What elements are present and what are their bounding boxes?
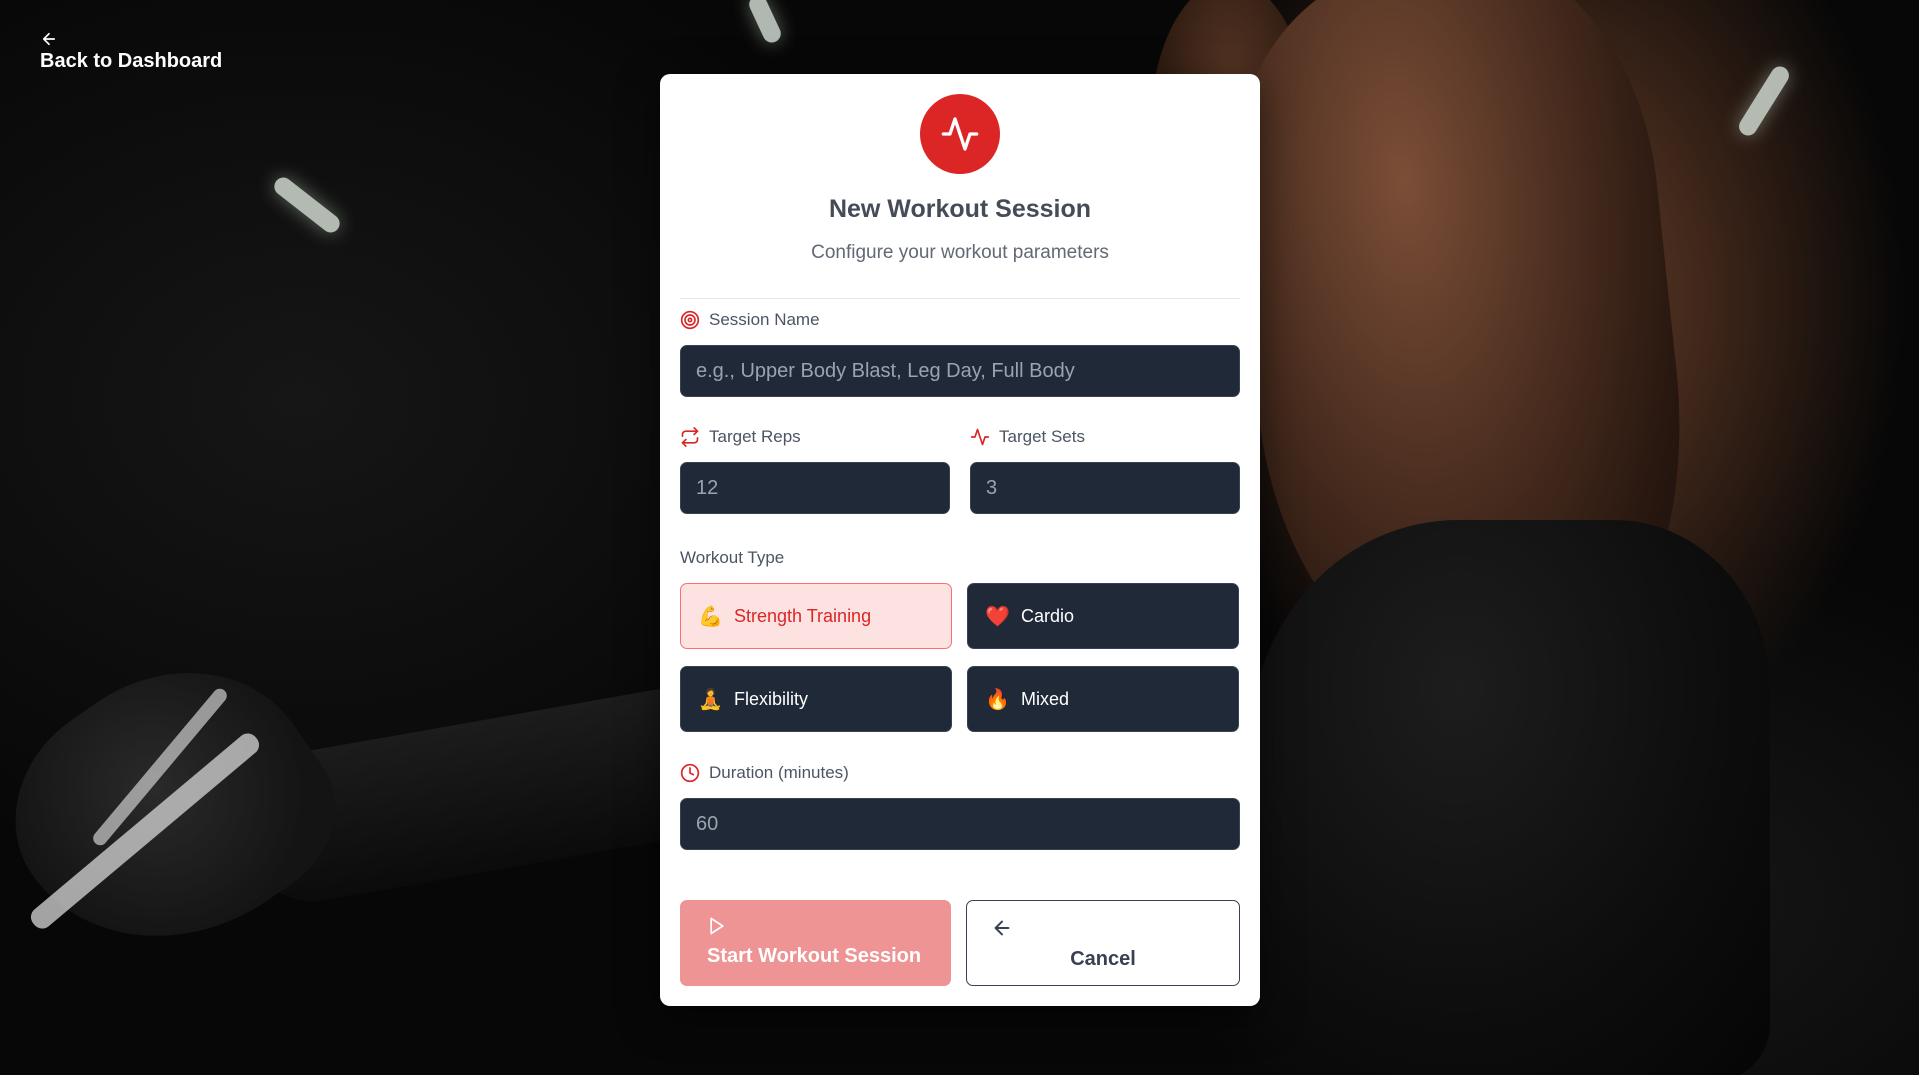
- heart-icon: ❤️: [985, 605, 1010, 628]
- cancel-button[interactable]: Cancel: [966, 900, 1240, 986]
- workout-type-option-label: Flexibility: [734, 688, 809, 709]
- duration-label-text: Duration (minutes): [709, 763, 849, 782]
- cancel-label: Cancel: [1070, 948, 1136, 970]
- clock-icon: [680, 763, 700, 783]
- start-workout-label: Start Workout Session: [707, 945, 922, 967]
- target-sets-input[interactable]: [970, 462, 1240, 514]
- workout-type-flexibility[interactable]: 🧘 Flexibility: [680, 666, 952, 732]
- target-reps-label: Target Reps: [680, 427, 801, 447]
- target-sets-label: Target Sets: [970, 427, 1085, 447]
- repeat-icon: [680, 427, 700, 447]
- workout-type-cardio[interactable]: ❤️ Cardio: [967, 583, 1239, 649]
- target-reps-input[interactable]: [680, 462, 950, 514]
- workout-type-mixed[interactable]: 🔥 Mixed: [967, 666, 1239, 732]
- background-light: [270, 173, 344, 237]
- session-name-label: Session Name: [680, 310, 820, 330]
- start-workout-button[interactable]: Start Workout Session: [680, 900, 951, 986]
- workout-session-card: New Workout Session Configure your worko…: [660, 74, 1260, 1006]
- session-name-label-text: Session Name: [709, 310, 820, 329]
- workout-type-option-label: Strength Training: [734, 605, 872, 626]
- activity-icon: [970, 427, 990, 447]
- target-reps-label-text: Target Reps: [709, 427, 801, 446]
- fire-icon: 🔥: [985, 688, 1010, 711]
- workout-type-label-text: Workout Type: [680, 548, 785, 567]
- workout-type-option-label: Mixed: [1021, 688, 1070, 709]
- back-to-dashboard-link[interactable]: Back to Dashboard: [40, 30, 222, 73]
- divider: [680, 298, 1240, 299]
- target-sets-label-text: Target Sets: [999, 427, 1085, 446]
- activity-pulse-icon: [920, 94, 1000, 174]
- workout-type-label: Workout Type: [680, 548, 784, 568]
- arrow-left-icon: [42, 32, 56, 46]
- background-light: [1735, 63, 1793, 139]
- target-icon: [680, 310, 700, 330]
- background-light: [746, 0, 784, 46]
- background-shorts: [1250, 520, 1770, 1075]
- back-link-label: Back to Dashboard: [40, 50, 223, 72]
- arrow-left-icon: [994, 920, 1010, 936]
- duration-label: Duration (minutes): [680, 763, 849, 783]
- workout-type-option-label: Cardio: [1021, 605, 1075, 626]
- duration-input[interactable]: [680, 798, 1240, 850]
- meditation-icon: 🧘: [698, 688, 723, 711]
- workout-type-strength-training[interactable]: 💪 Strength Training: [680, 583, 952, 649]
- flexed-biceps-icon: 💪: [698, 605, 723, 628]
- session-name-input[interactable]: [680, 345, 1240, 397]
- page-subtitle: Configure your workout parameters: [811, 242, 1109, 263]
- page-title: New Workout Session: [828, 195, 1092, 223]
- play-icon: [710, 917, 724, 935]
